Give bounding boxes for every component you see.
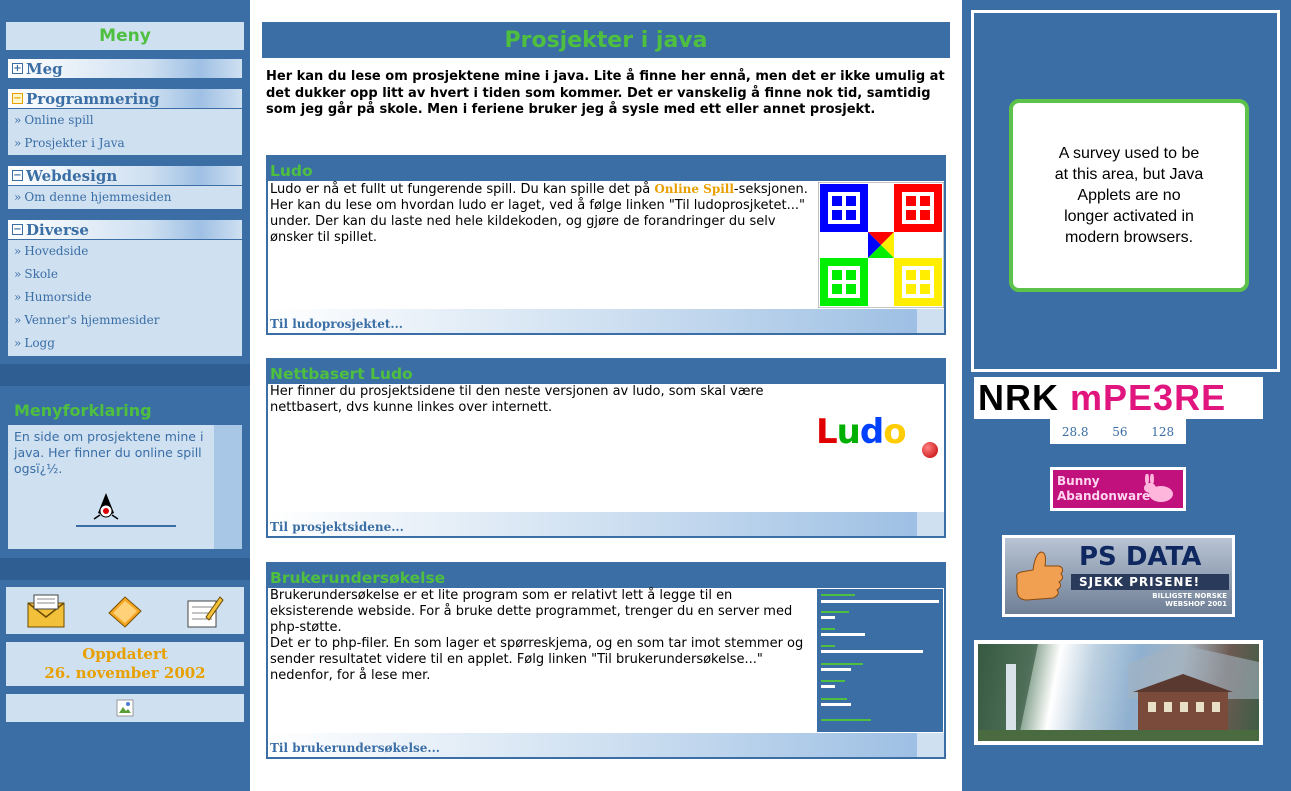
card-body: Ludo er nå et fullt ut fungerende spill.…	[268, 181, 944, 308]
menu-head-diverse[interactable]: − Diverse	[8, 220, 242, 240]
chevron-right-icon: »	[14, 313, 22, 327]
menu-head-label[interactable]: Meg	[26, 59, 63, 79]
chevron-right-icon: »	[14, 336, 22, 350]
chevron-right-icon: »	[14, 244, 22, 258]
menu-item-humorside[interactable]: » Humorside	[8, 286, 242, 309]
broken-image-icon	[116, 699, 134, 717]
chevron-right-icon: »	[14, 113, 22, 127]
card-body: Brukerundersøkelse er et lite program so…	[268, 588, 944, 732]
mail-icon[interactable]	[26, 593, 66, 629]
chevron-right-icon: »	[14, 190, 22, 204]
menu-group-meg: + Meg	[6, 57, 244, 81]
shade-bar	[214, 425, 242, 549]
card-title: Nettbasert Ludo	[268, 360, 944, 384]
separator-strip	[0, 558, 250, 580]
chevron-right-icon: »	[14, 290, 22, 304]
menu-item-prosjekter-i-java[interactable]: » Prosjekter i Java	[8, 132, 242, 155]
menu-title: Meny	[6, 22, 244, 50]
card-title: Brukerundersøkelse	[268, 564, 944, 588]
card-text: Her finner du prosjektsidene til den nes…	[270, 384, 764, 415]
menu-item-online-spill[interactable]: » Online spill	[8, 109, 242, 132]
speed-link-128[interactable]: 128	[1151, 425, 1174, 439]
chevron-right-icon: »	[14, 136, 22, 150]
bunny-abandonware-banner[interactable]: Bunny Abandonware	[1050, 467, 1186, 511]
book-icon[interactable]	[105, 593, 145, 629]
card-text: Brukerundersøkelse er et lite program so…	[270, 588, 804, 683]
java-duke-icon	[76, 493, 176, 527]
card-footer-link[interactable]: Til ludoprosjektet...	[268, 309, 944, 333]
menu-head-webdesign[interactable]: − Webdesign	[8, 166, 242, 186]
online-spill-link[interactable]: Online Spill	[654, 182, 734, 196]
menu-group-programmering: − Programmering » Online spill » Prosjekte…	[6, 87, 244, 157]
menu-separator	[0, 364, 250, 386]
rabbit-icon	[1144, 474, 1173, 502]
intro-text: Her kan du lese om prosjektene mine i ja…	[266, 69, 945, 117]
chevron-right-icon: »	[14, 267, 22, 281]
menu-explanation-text: En side om prosjektene mine i java. Her …	[14, 429, 204, 476]
icons-bar	[6, 587, 244, 634]
menu-head-programmering[interactable]: − Programmering	[8, 89, 242, 109]
card-text: Ludo er nå et fullt ut fungerende spill.…	[270, 182, 808, 245]
menu-group-diverse: − Diverse » Hovedside » Skole » Humorside »…	[6, 218, 244, 358]
card-ludo: Ludo Ludo er nå et fullt ut fungerende s…	[266, 155, 946, 335]
menu-item-hovedside[interactable]: » Hovedside	[8, 240, 242, 263]
card-footer-link[interactable]: Til brukerundersøkelse...	[268, 733, 944, 757]
menu-head-label[interactable]: Webdesign	[26, 166, 117, 186]
guestbook-icon[interactable]	[184, 593, 224, 629]
speed-links: 28.8 56 128	[1050, 419, 1186, 444]
landscape-image	[978, 644, 1259, 741]
minus-box-icon[interactable]: −	[12, 93, 23, 104]
menu-item-logg[interactable]: » Logg	[8, 332, 242, 355]
thumbs-up-icon	[1016, 551, 1064, 601]
card-brukerundersokelse: Brukerundersøkelse Brukerundersøkelse er…	[266, 562, 946, 759]
bunny-logo: Bunny Abandonware	[1053, 470, 1183, 508]
psdata-brand: PS DATA	[1079, 542, 1202, 572]
menu-item-om-denne-hjemmesiden[interactable]: » Om denne hjemmesiden	[8, 186, 242, 209]
psdata-sub: BILLIGSTE NORSKE WEBSHOP 2001	[1152, 592, 1227, 608]
card-body: Her finner du prosjektsidene til den nes…	[268, 384, 944, 458]
nrk-mpetre-banner[interactable]: NRK mPE3RE	[974, 377, 1263, 419]
card-nettbasert-ludo: Nettbasert Ludo Her finner du prosjektsi…	[266, 358, 946, 538]
speed-link-28-8[interactable]: 28.8	[1062, 425, 1089, 439]
psdata-banner[interactable]: PS DATA SJEKK PRISENE! BILLIGSTE NORSKE …	[1002, 535, 1235, 617]
page-title: Prosjekter i java	[262, 22, 950, 58]
menu-group-webdesign: − Webdesign » Om denne hjemmesiden	[6, 164, 244, 211]
waterfall-photo-banner[interactable]	[974, 640, 1263, 745]
updated-box: Oppdatert 26. november 2002	[6, 642, 244, 686]
ludo-board-image	[818, 182, 944, 308]
updated-label: Oppdatert	[82, 645, 168, 663]
plus-box-icon[interactable]: +	[12, 63, 23, 74]
mpetre-logo-text: mPE3RE	[1070, 377, 1227, 418]
menu-item-venners-hjemmesider[interactable]: » Venner's hjemmesider	[8, 309, 242, 332]
menu-head-label[interactable]: Programmering	[26, 89, 160, 109]
menu-explanation-title: Menyforklaring	[8, 395, 242, 425]
menu-explanation-box: Menyforklaring En side om prosjektene mi…	[6, 393, 244, 551]
minus-box-icon[interactable]: −	[12, 170, 23, 181]
landscape-illustration	[978, 644, 1259, 741]
red-ball-icon	[922, 442, 938, 458]
ludo-logo: Ludo	[816, 415, 946, 464]
survey-notice: A survey used to be at this area, but Ja…	[1009, 99, 1249, 292]
card-title: Ludo	[268, 157, 944, 181]
menu-head-label[interactable]: Diverse	[26, 220, 89, 240]
menu-head-meg[interactable]: + Meg	[8, 59, 242, 79]
survey-notice-text: A survey used to be at this area, but Ja…	[1054, 145, 1204, 246]
menu-item-skole[interactable]: » Skole	[8, 263, 242, 286]
psdata-logo: PS DATA SJEKK PRISENE! BILLIGSTE NORSKE …	[1005, 538, 1232, 614]
nrk-logo-text: NRK	[978, 377, 1059, 418]
survey-applet-image	[817, 589, 943, 732]
counter-image-box	[6, 694, 244, 722]
updated-date: 26. november 2002	[44, 664, 206, 682]
speed-link-56[interactable]: 56	[1112, 425, 1127, 439]
minus-box-icon[interactable]: −	[12, 224, 23, 235]
card-footer-link[interactable]: Til prosjektsidene...	[268, 512, 944, 536]
psdata-slogan: SJEKK PRISENE!	[1071, 574, 1229, 590]
